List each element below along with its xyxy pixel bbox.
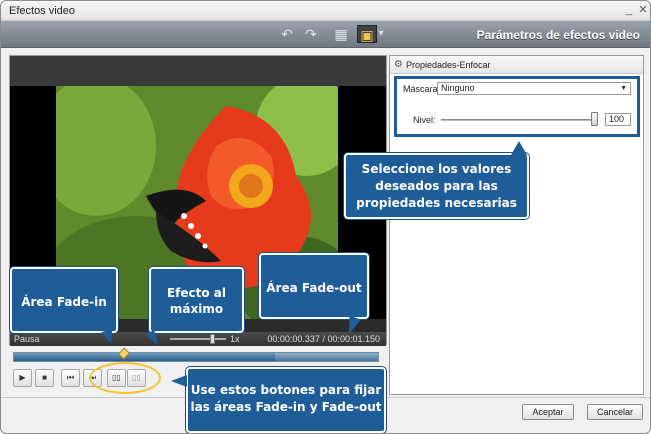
- callout-buttons-text: Use estos botones para fijar las áreas F…: [190, 383, 382, 414]
- speed-slider-knob[interactable]: [210, 334, 215, 344]
- redo-icon[interactable]: ↷: [301, 25, 321, 43]
- mask-label: Máscara: [403, 84, 438, 94]
- properties-header: ⚙ Propiedades-Enfocar: [390, 56, 643, 74]
- mask-select[interactable]: Ninguno ▼: [437, 82, 631, 95]
- ok-button[interactable]: Aceptar: [522, 404, 574, 420]
- level-input[interactable]: 100: [605, 113, 631, 126]
- play-button[interactable]: ▶: [13, 369, 32, 387]
- window-title: Efectos video: [9, 5, 76, 17]
- callout-fade-out: Área Fade-out: [259, 253, 369, 319]
- mask-select-value: Ninguno: [441, 83, 475, 93]
- cancel-button[interactable]: Cancelar: [587, 404, 643, 420]
- stop-button[interactable]: ■: [35, 369, 54, 387]
- speed-label: 1x: [230, 334, 240, 344]
- properties-icon: ⚙: [394, 59, 403, 70]
- callout-max-text: Efecto al máximo: [166, 286, 227, 316]
- chevron-down-icon[interactable]: ▾: [375, 25, 387, 43]
- undo-icon[interactable]: ↶: [277, 25, 297, 43]
- callout-fade-in-text: Área Fade-in: [21, 295, 107, 309]
- properties-panel: ⚙ Propiedades-Enfocar Máscara Ninguno ▼ …: [389, 55, 644, 395]
- title-bar: Efectos video _ ✕: [1, 1, 650, 21]
- timeline-played: [14, 353, 275, 361]
- callout-max: Efecto al máximo: [149, 267, 244, 333]
- minimize-button[interactable]: _: [623, 3, 635, 17]
- callout-buttons-pointer: [171, 375, 187, 387]
- grid-icon[interactable]: ▦: [331, 25, 351, 43]
- level-slider-knob[interactable]: [591, 112, 598, 126]
- level-slider[interactable]: [441, 119, 595, 121]
- callout-fade-in: Área Fade-in: [10, 267, 118, 333]
- playback-status: Pausa: [14, 334, 40, 344]
- callout-buttons: Use estos botones para fijar las áreas F…: [186, 367, 386, 433]
- fade-buttons-highlight: [89, 362, 161, 394]
- callout-fade-out-text: Área Fade-out: [266, 281, 362, 295]
- panel-title: Parámetros de efectos video: [476, 28, 640, 42]
- toolbar: ↶ ↷ ▦ ▣ ▾ Parámetros de efectos video: [1, 21, 650, 48]
- callout-properties-pointer: [511, 141, 527, 155]
- time-display: 00:00:00.337 / 00:00:01.150: [267, 334, 380, 344]
- video-topbar: [10, 56, 386, 86]
- properties-header-label: Propiedades-Enfocar: [406, 60, 491, 70]
- previous-frame-button[interactable]: ⏮: [61, 369, 80, 387]
- effects-window: Efectos video _ ✕ ↶ ↷ ▦ ▣ ▾ Parámetros d…: [0, 0, 651, 434]
- callout-properties: Seleccione los valores deseados para las…: [344, 153, 529, 219]
- properties-box: Máscara Ninguno ▼ Nivel: 100: [394, 76, 640, 137]
- timeline-bar[interactable]: [13, 347, 379, 362]
- speed-slider[interactable]: [170, 334, 226, 344]
- callout-properties-text: Seleccione los valores deseados para las…: [356, 162, 517, 210]
- chevron-down-icon: ▼: [620, 85, 627, 92]
- close-button[interactable]: ✕: [637, 3, 649, 17]
- monitor-icon[interactable]: ▣: [357, 25, 377, 43]
- level-label: Nivel:: [413, 115, 436, 125]
